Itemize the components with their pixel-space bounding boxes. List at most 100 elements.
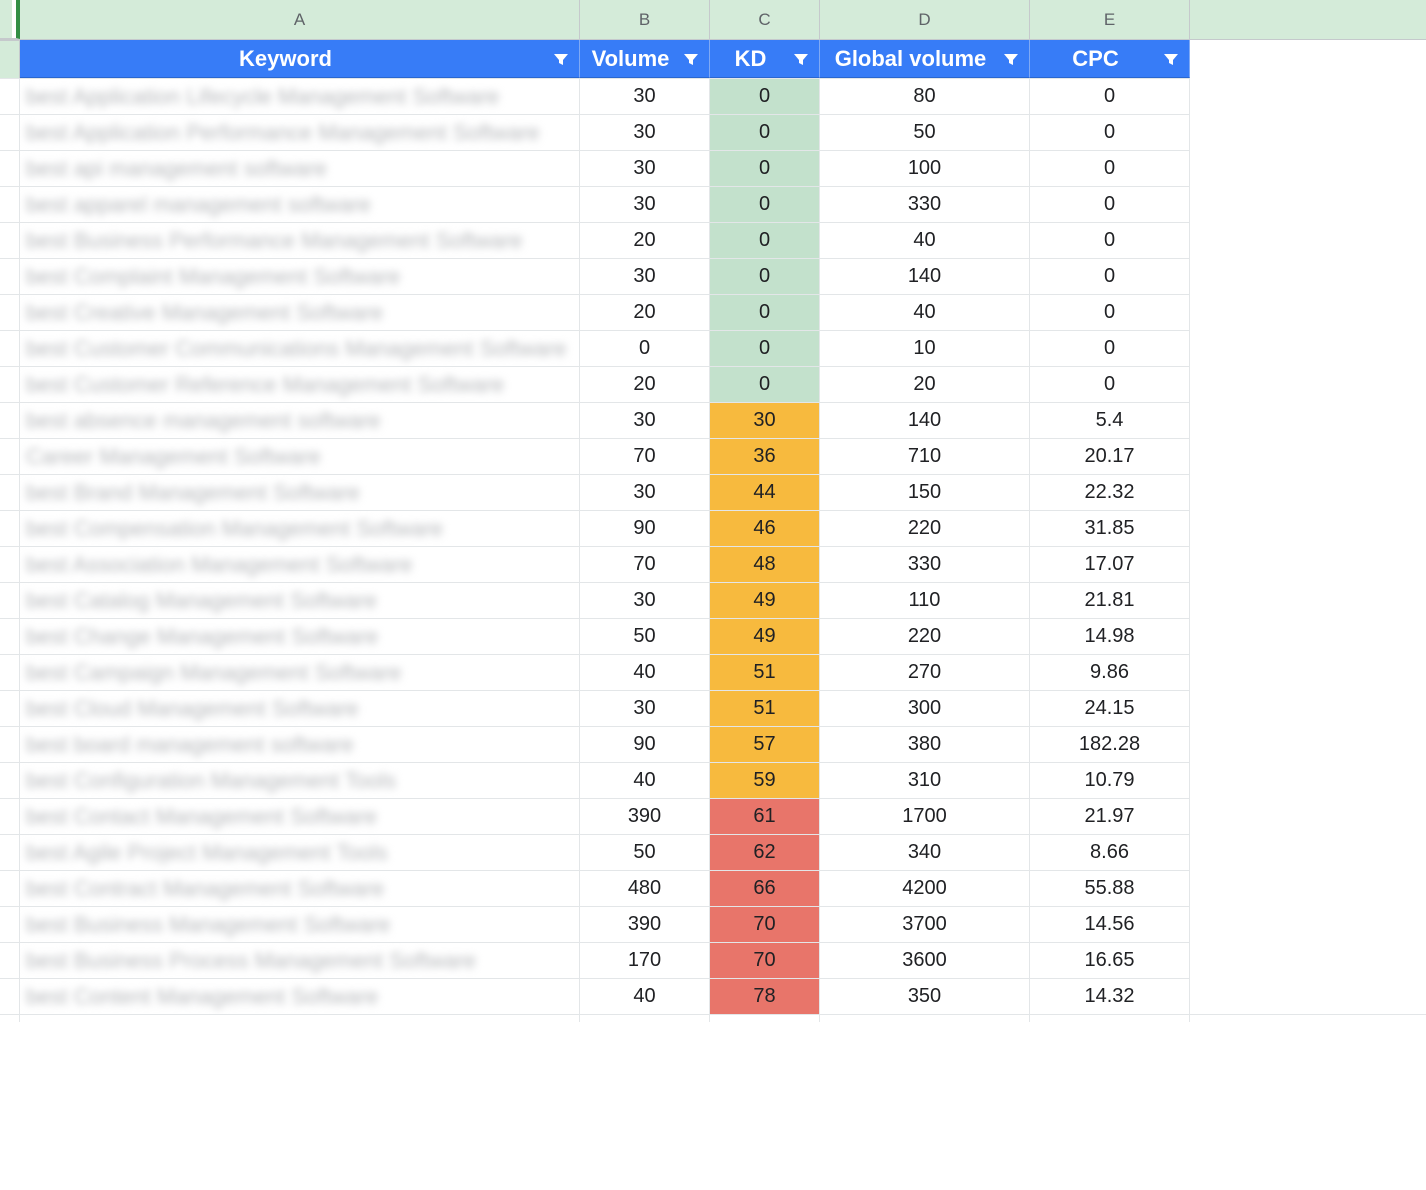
cell-cpc[interactable]: 0 — [1030, 222, 1190, 258]
filter-icon[interactable] — [681, 49, 701, 69]
filter-icon[interactable] — [551, 49, 571, 69]
filter-icon[interactable] — [791, 49, 811, 69]
row-gutter[interactable] — [0, 942, 20, 978]
cell-cpc[interactable]: 14.56 — [1030, 906, 1190, 942]
cell-cpc[interactable]: 24.15 — [1030, 690, 1190, 726]
cell-volume[interactable]: 30 — [580, 114, 710, 150]
cell-kd[interactable]: 0 — [710, 222, 820, 258]
row-gutter[interactable] — [0, 78, 20, 114]
cell-volume[interactable]: 30 — [580, 186, 710, 222]
cell-keyword[interactable]: best Creative Management Software — [20, 294, 580, 330]
row-gutter[interactable] — [0, 978, 20, 1014]
cell-volume[interactable]: 170 — [580, 942, 710, 978]
cell-kd[interactable]: 78 — [710, 978, 820, 1014]
cell-global-volume[interactable]: 10 — [820, 330, 1030, 366]
row-gutter[interactable] — [0, 654, 20, 690]
cell-global-volume[interactable]: 350 — [820, 978, 1030, 1014]
cell-kd[interactable]: 0 — [710, 258, 820, 294]
cell-cpc[interactable]: 0 — [1030, 78, 1190, 114]
cell-keyword[interactable]: best Change Management Software — [20, 618, 580, 654]
cell-global-volume[interactable]: 220 — [820, 510, 1030, 546]
cell-keyword[interactable]: best Contract Management Software — [20, 870, 580, 906]
cell-kd[interactable]: 44 — [710, 474, 820, 510]
cell-global-volume[interactable]: 3600 — [820, 942, 1030, 978]
cell-cpc[interactable]: 10.79 — [1030, 762, 1190, 798]
cell-kd[interactable]: 51 — [710, 654, 820, 690]
cell-cpc[interactable]: 31.85 — [1030, 510, 1190, 546]
cell-cpc[interactable]: 0 — [1030, 294, 1190, 330]
cell-keyword[interactable]: best Contact Management Software — [20, 798, 580, 834]
cell-keyword[interactable]: best api management software — [20, 150, 580, 186]
cell-keyword[interactable]: best Customer Communications Management … — [20, 330, 580, 366]
cell-keyword[interactable]: best absence management software — [20, 402, 580, 438]
cell-keyword[interactable]: best Content Management Software — [20, 978, 580, 1014]
row-gutter[interactable] — [0, 474, 20, 510]
cell-volume[interactable]: 30 — [580, 474, 710, 510]
cell-global-volume[interactable]: 140 — [820, 258, 1030, 294]
cell-cpc[interactable]: 55.88 — [1030, 870, 1190, 906]
cell-kd[interactable]: 57 — [710, 726, 820, 762]
cell-kd[interactable]: 36 — [710, 438, 820, 474]
cell-kd[interactable]: 48 — [710, 546, 820, 582]
cell-keyword[interactable]: best Association Management Software — [20, 546, 580, 582]
cell-cpc[interactable]: 20.17 — [1030, 438, 1190, 474]
cell-kd[interactable]: 49 — [710, 618, 820, 654]
row-gutter[interactable] — [0, 222, 20, 258]
cell-kd[interactable]: 62 — [710, 834, 820, 870]
select-all-corner[interactable] — [0, 0, 20, 39]
row-gutter[interactable] — [0, 726, 20, 762]
cell-kd[interactable]: 0 — [710, 186, 820, 222]
cell-global-volume[interactable]: 220 — [820, 618, 1030, 654]
header-volume[interactable]: Volume — [580, 40, 710, 78]
cell-volume[interactable]: 70 — [580, 546, 710, 582]
row-gutter[interactable] — [0, 150, 20, 186]
cell-global-volume[interactable]: 330 — [820, 186, 1030, 222]
cell-kd[interactable]: 70 — [710, 906, 820, 942]
cell-kd[interactable]: 61 — [710, 798, 820, 834]
cell-volume[interactable]: 30 — [580, 402, 710, 438]
cell-cpc[interactable]: 14.32 — [1030, 978, 1190, 1014]
cell-keyword[interactable]: best Configuration Management Tools — [20, 762, 580, 798]
cell-keyword[interactable]: best board management software — [20, 726, 580, 762]
cell-kd[interactable]: 51 — [710, 690, 820, 726]
cell-cpc[interactable]: 17.07 — [1030, 546, 1190, 582]
cell-global-volume[interactable]: 80 — [820, 78, 1030, 114]
cell-cpc[interactable]: 5.4 — [1030, 402, 1190, 438]
cell-cpc[interactable]: 16.65 — [1030, 942, 1190, 978]
cell-keyword[interactable]: best Customer Reference Management Softw… — [20, 366, 580, 402]
row-gutter[interactable] — [0, 438, 20, 474]
cell-global-volume[interactable]: 270 — [820, 654, 1030, 690]
cell-cpc[interactable]: 0 — [1030, 114, 1190, 150]
row-gutter[interactable] — [0, 582, 20, 618]
cell-cpc[interactable]: 182.28 — [1030, 726, 1190, 762]
cell-kd[interactable]: 59 — [710, 762, 820, 798]
cell-global-volume[interactable]: 4200 — [820, 870, 1030, 906]
cell-kd[interactable]: 0 — [710, 330, 820, 366]
cell-volume[interactable]: 90 — [580, 510, 710, 546]
cell-cpc[interactable]: 21.81 — [1030, 582, 1190, 618]
cell-global-volume[interactable]: 1700 — [820, 798, 1030, 834]
cell-kd[interactable]: 70 — [710, 942, 820, 978]
cell-keyword[interactable]: best Catalog Management Software — [20, 582, 580, 618]
cell-global-volume[interactable]: 330 — [820, 546, 1030, 582]
cell-cpc[interactable]: 21.97 — [1030, 798, 1190, 834]
cell-volume[interactable]: 20 — [580, 294, 710, 330]
cell-cpc[interactable]: 22.32 — [1030, 474, 1190, 510]
row-gutter[interactable] — [0, 546, 20, 582]
cell-cpc[interactable]: 0 — [1030, 330, 1190, 366]
column-header-A[interactable]: A — [20, 0, 580, 39]
cell-kd[interactable]: 0 — [710, 294, 820, 330]
row-gutter[interactable] — [0, 906, 20, 942]
cell-keyword[interactable]: best Business Performance Management Sof… — [20, 222, 580, 258]
filter-icon[interactable] — [1161, 49, 1181, 69]
cell-kd[interactable]: 30 — [710, 402, 820, 438]
cell-volume[interactable]: 50 — [580, 834, 710, 870]
cell-keyword[interactable]: best Compensation Management Software — [20, 510, 580, 546]
cell-kd[interactable]: 66 — [710, 870, 820, 906]
cell-keyword[interactable]: best apparel management software — [20, 186, 580, 222]
header-kd[interactable]: KD — [710, 40, 820, 78]
cell-volume[interactable]: 40 — [580, 978, 710, 1014]
column-header-C[interactable]: C — [710, 0, 820, 39]
cell-global-volume[interactable]: 140 — [820, 402, 1030, 438]
cell-kd[interactable]: 0 — [710, 366, 820, 402]
